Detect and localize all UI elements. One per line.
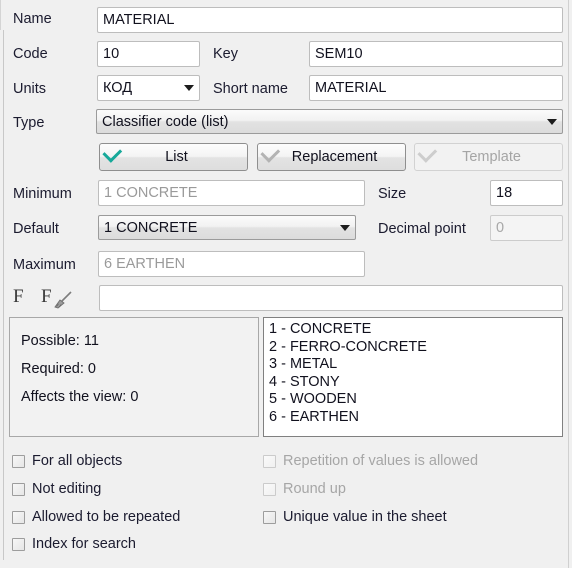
check-icon <box>100 142 126 165</box>
template-mode-button: Template <box>414 142 563 171</box>
stat-required: Required: 0 <box>21 361 96 377</box>
checkbox-box[interactable] <box>12 454 25 468</box>
check-icon <box>415 142 441 165</box>
minimum-label: Minimum <box>13 186 72 202</box>
template-mode-button-label: Template <box>462 149 521 165</box>
replacement-mode-button[interactable]: Replacement <box>257 142 406 171</box>
checkbox-unique-value-in-the-sheet[interactable]: Unique value in the sheet <box>263 510 447 525</box>
size-input[interactable]: 18 <box>490 180 563 206</box>
list-item[interactable]: 2 - FERRO-CONCRETE <box>269 339 557 357</box>
size-input-value: 18 <box>496 185 513 201</box>
name-input[interactable]: MATERIAL <box>97 7 563 33</box>
replacement-mode-button-label: Replacement <box>291 149 378 165</box>
checkbox-label: Not editing <box>32 481 102 497</box>
checkbox-label: Round up <box>283 481 346 497</box>
panel-left-edge <box>3 30 4 560</box>
checkbox-box[interactable] <box>12 537 25 551</box>
default-row: Default <box>13 222 59 237</box>
checkbox-label: Repetition of values is allowed <box>283 453 479 469</box>
name-row: Name <box>13 12 52 27</box>
decimal-point-input-value: 0 <box>496 220 505 236</box>
formula-icon[interactable]: F <box>13 286 24 308</box>
checkbox-label: Unique value in the sheet <box>283 509 447 525</box>
chevron-down-icon <box>184 85 194 91</box>
maximum-input-value: 6 EARTHEN <box>104 256 186 272</box>
units-combobox-value: КОД <box>103 80 133 96</box>
default-combobox[interactable]: 1 CONCRETE <box>98 215 356 240</box>
maximum-input[interactable]: 6 EARTHEN <box>98 251 365 277</box>
maximum-row: Maximum <box>13 258 76 273</box>
chevron-down-icon <box>340 224 350 231</box>
list-item[interactable]: 1 - CONCRETE <box>269 321 557 339</box>
formula-clear-icon[interactable]: F <box>41 286 52 308</box>
panel-left-edge-top <box>0 0 1 30</box>
short-name-label: Short name <box>213 81 288 97</box>
key-input-value: SEM10 <box>315 46 363 62</box>
minimum-input-value: 1 CONCRETE <box>104 185 198 201</box>
short-name-input-value: MATERIAL <box>315 80 387 96</box>
checkbox-box <box>263 482 276 496</box>
checkbox-round-up: Round up <box>263 482 346 497</box>
short-name-row: Short name <box>213 82 288 97</box>
size-label: Size <box>378 186 407 202</box>
default-label: Default <box>13 221 59 237</box>
units-label: Units <box>13 81 47 97</box>
decimal-point-row: Decimal point <box>378 222 466 237</box>
code-input-value: 10 <box>103 46 120 62</box>
checkbox-for-all-objects[interactable]: For all objects <box>12 454 122 469</box>
code-label: Code <box>13 46 48 62</box>
code-row: Code <box>13 47 48 62</box>
statistics-panel: Possible: 11 Required: 0 Affects the vie… <box>9 317 259 437</box>
code-input[interactable]: 10 <box>97 41 200 67</box>
checkbox-label: Allowed to be repeated <box>32 509 181 525</box>
decimal-point-input: 0 <box>490 215 563 241</box>
list-mode-button-label: List <box>165 149 188 165</box>
key-row: Key <box>213 47 238 62</box>
type-row: Type <box>13 116 44 131</box>
chevron-down-icon <box>547 118 557 125</box>
list-item[interactable]: 4 - STONY <box>269 374 557 392</box>
checkbox-repetition-of-values-is-allowed: Repetition of values is allowed <box>263 454 478 469</box>
checkbox-box[interactable] <box>12 510 25 524</box>
checkbox-allowed-to-be-repeated[interactable]: Allowed to be repeated <box>12 510 180 525</box>
name-input-value: MATERIAL <box>103 12 175 28</box>
stat-affects-view: Affects the view: 0 <box>21 389 139 405</box>
list-item[interactable]: 5 - WOODEN <box>269 391 557 409</box>
list-mode-button[interactable]: List <box>99 142 248 171</box>
formula-input[interactable] <box>99 285 563 311</box>
checkbox-box <box>263 454 276 468</box>
stat-possible: Possible: 11 <box>21 333 99 349</box>
decimal-point-label: Decimal point <box>378 221 466 237</box>
default-combobox-value: 1 CONCRETE <box>104 219 198 236</box>
type-combobox-value: Classifier code (list) <box>102 113 229 130</box>
maximum-label: Maximum <box>13 257 76 273</box>
key-input[interactable]: SEM10 <box>309 41 563 67</box>
checkbox-box[interactable] <box>263 510 276 524</box>
units-row: Units <box>13 82 46 97</box>
size-row: Size <box>378 187 406 202</box>
classifier-values-list[interactable]: 1 - CONCRETE 2 - FERRO-CONCRETE 3 - META… <box>263 317 563 437</box>
type-label: Type <box>13 115 45 131</box>
check-icon <box>258 142 284 165</box>
broom-icon <box>54 291 72 309</box>
checkbox-label: For all objects <box>32 453 123 469</box>
checkbox-label: Index for search <box>32 536 136 552</box>
name-label: Name <box>13 11 52 27</box>
units-combobox[interactable]: КОД <box>97 75 200 101</box>
list-item[interactable]: 3 - METAL <box>269 356 557 374</box>
short-name-input[interactable]: MATERIAL <box>309 75 563 101</box>
key-label: Key <box>213 46 238 62</box>
checkbox-index-for-search[interactable]: Index for search <box>12 537 136 552</box>
checkbox-box[interactable] <box>12 482 25 496</box>
minimum-input[interactable]: 1 CONCRETE <box>98 180 365 206</box>
checkbox-not-editing[interactable]: Not editing <box>12 482 101 497</box>
attribute-properties-panel: Name MATERIAL Code 10 Key SEM10 Units КО… <box>0 0 572 568</box>
panel-right-edge <box>568 0 569 568</box>
list-item[interactable]: 6 - EARTHEN <box>269 409 557 427</box>
type-combobox[interactable]: Classifier code (list) <box>96 109 563 134</box>
minimum-row: Minimum <box>13 187 72 202</box>
